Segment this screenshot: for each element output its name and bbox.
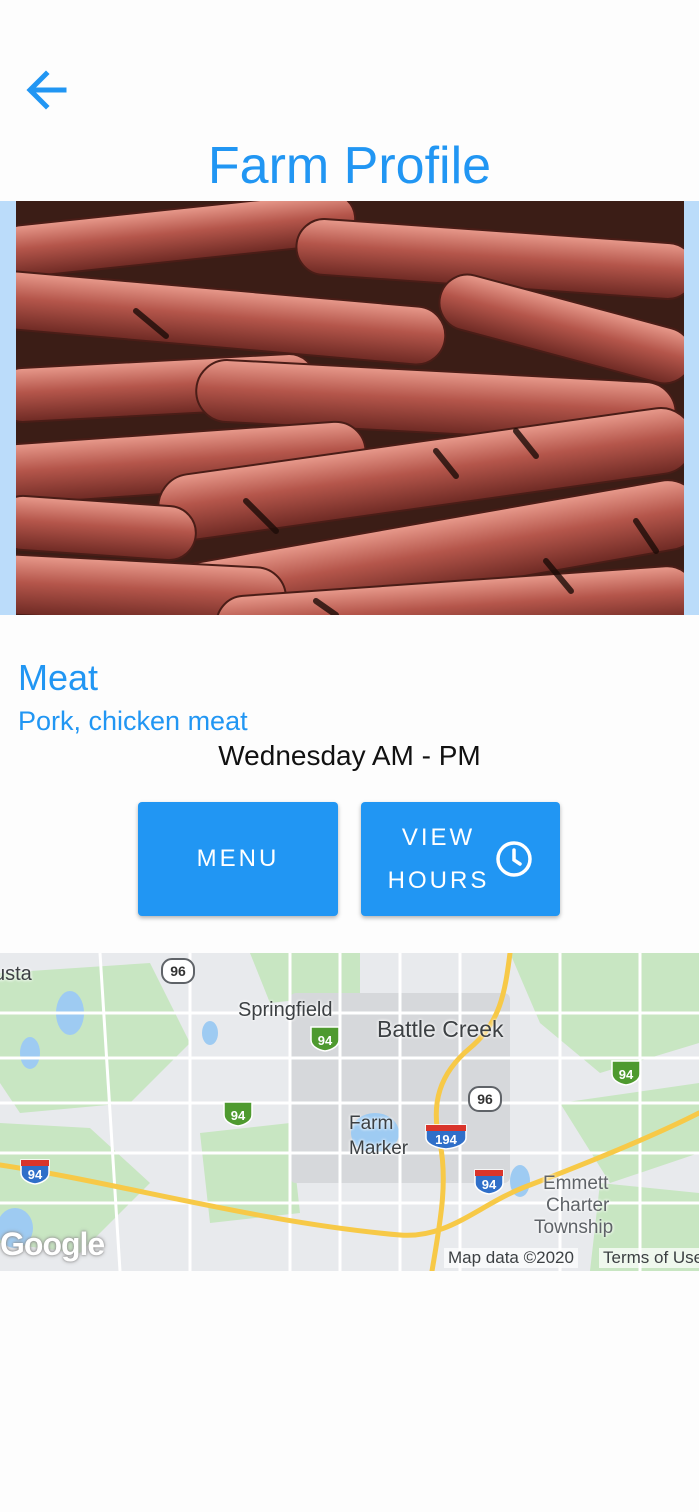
interstate-94-shield: 94 — [310, 1026, 340, 1052]
interstate-94-shield: 94 — [611, 1060, 641, 1086]
menu-button[interactable]: MENU — [138, 802, 338, 916]
interstate-94-shield: 94 — [474, 1169, 504, 1195]
arrow-left-icon — [26, 70, 67, 110]
view-hours-line2: HOURS — [387, 867, 490, 894]
shield-label: 194 — [435, 1132, 457, 1147]
map-label-emmett-1: Emmett — [543, 1173, 609, 1194]
shield-label: 94 — [231, 1108, 246, 1123]
farm-category: Meat — [18, 657, 99, 698]
shield-label: 94 — [619, 1067, 634, 1082]
view-hours-line1: VIEW — [401, 824, 476, 851]
map-terms-link[interactable]: Terms of Use — [599, 1248, 699, 1268]
back-button[interactable] — [20, 64, 72, 116]
route-96-shield: 96 — [161, 958, 195, 984]
map-label-emmett-3: Township — [534, 1217, 614, 1238]
route-96-shield: 96 — [468, 1086, 502, 1112]
map-label-farm-marker-1: Farm — [349, 1113, 394, 1134]
farm-photo-frame — [0, 201, 699, 615]
map-label-emmett-2: Charter — [546, 1195, 610, 1216]
menu-button-label: MENU — [196, 845, 280, 872]
clock-icon — [496, 841, 533, 877]
farm-photo — [16, 201, 684, 615]
map-label-usta: usta — [0, 963, 32, 985]
farm-products: Pork, chicken meat — [18, 706, 248, 736]
google-logo: Google — [0, 1226, 105, 1262]
shield-label: 94 — [28, 1167, 43, 1182]
shield-label: 94 — [482, 1177, 497, 1192]
interstate-94-shield: 94 — [223, 1101, 253, 1127]
map-label-farm-marker-2: Marker — [349, 1138, 409, 1159]
farm-hours: Wednesday AM - PM — [218, 740, 481, 771]
view-hours-button[interactable]: VIEW HOURS — [361, 802, 560, 916]
map-label-springfield: Springfield — [238, 999, 333, 1021]
page-title: Farm Profile — [207, 137, 492, 195]
shield-label: 94 — [318, 1033, 333, 1048]
farm-location-map[interactable]: usta Springfield Battle Creek Farm Marke… — [0, 953, 699, 1271]
interstate-194-shield: 194 — [425, 1124, 467, 1150]
view-hours-label: VIEW HOURS — [388, 816, 490, 902]
interstate-94-shield: 94 — [20, 1159, 50, 1185]
map-attribution: Map data ©2020 — [444, 1248, 578, 1268]
map-label-battle-creek: Battle Creek — [377, 1016, 504, 1042]
